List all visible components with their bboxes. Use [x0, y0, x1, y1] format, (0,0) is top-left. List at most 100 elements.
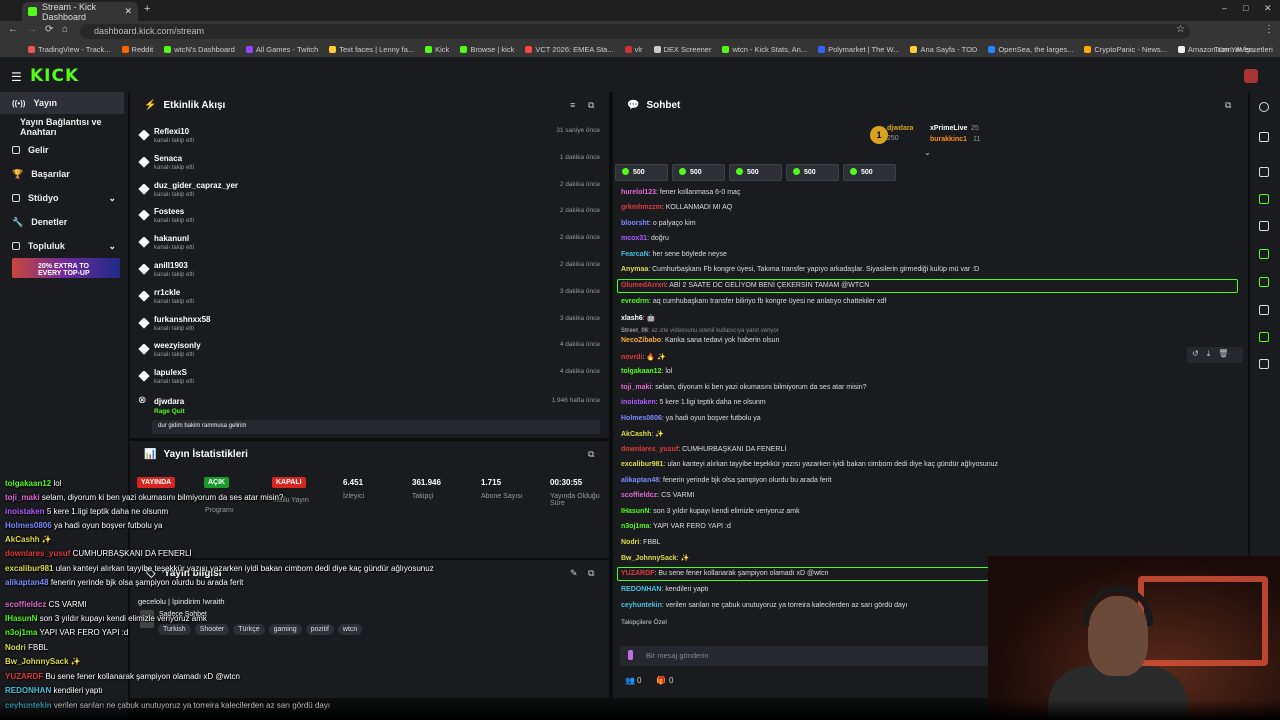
chat-message[interactable]: xlash6: 🤖 — [621, 314, 655, 322]
sidebar-item-yayin[interactable]: ((•)) Yayın — [0, 92, 124, 114]
bookmark-item[interactable]: wtcN's Dashboard — [164, 45, 235, 54]
chat-message[interactable]: scoffieldcz: CS VARMI — [621, 492, 694, 499]
chat-message[interactable]: alikaptan48: fenerin yerinde bjk olsa şa… — [621, 477, 832, 484]
gift-item[interactable]: 500 — [729, 164, 782, 181]
activity-row[interactable]: hakanunl kanalı takip etti 2 dakika önce — [138, 231, 600, 257]
edit-icon[interactable]: ✎ — [570, 568, 578, 579]
tag[interactable]: Türkçe — [233, 624, 265, 635]
forward-icon[interactable]: → — [27, 24, 37, 35]
activity-row[interactable]: Fostees kanalı takip etti 2 dakika önce — [138, 204, 600, 230]
activity-row[interactable]: Senaca kanalı takip etti 1 dakika önce — [138, 151, 600, 177]
popout-icon[interactable]: ⧉ — [588, 568, 594, 579]
sidebar-item-stream-key[interactable]: Yayın Bağlantısı ve Anahtarı — [0, 116, 124, 138]
sidebar-item-basarilar[interactable]: 🏆 Başarılar — [0, 163, 124, 185]
chat-message[interactable]: IHasunN: son 3 yıldır kupayı kendi elimi… — [621, 508, 800, 515]
tag[interactable]: wtcn — [337, 624, 363, 635]
chat-message[interactable]: Street_06: az izle videosunu istenil kul… — [621, 328, 779, 334]
all-bookmarks-link[interactable]: Tüm Yer İşaretleri — [1214, 45, 1273, 54]
popout-icon[interactable]: ⧉ — [1225, 100, 1231, 111]
tag[interactable]: pozitif — [305, 624, 334, 635]
off-badge[interactable]: KAPALI — [272, 477, 306, 488]
chat-message[interactable]: NecoZibabo: Kanka sana tedavi yok haberi… — [621, 337, 779, 344]
chat-message[interactable]: OlumedArrxn: ABİ 2 SAATE DC GELİYOM BENİ… — [621, 282, 869, 289]
bookmark-item[interactable]: Ana Sayfa - TOD — [910, 45, 977, 54]
chat-message[interactable]: evrodrm: aq cumhubaşkanı transfer biliri… — [621, 298, 886, 305]
activity-row[interactable]: Reflexi10 kanalı takip etti 31 saniye önce — [138, 124, 600, 150]
maximize-icon[interactable]: □ — [1243, 3, 1248, 13]
chat-message[interactable]: inoistaken: 5 kere 1.ligi teptik daha ne… — [621, 399, 766, 406]
promo-banner[interactable]: 20% EXTRA TO EVERY TOP-UP — [12, 258, 120, 278]
bookmark-item[interactable]: wtcn - Kick Stats, An... — [722, 45, 807, 54]
edit-icon[interactable] — [1259, 132, 1269, 142]
chat-message[interactable]: grkmhmzzm: KOLLANMADI MI AQ — [621, 204, 732, 211]
chat-message[interactable]: FearcaN: her sene böylede neyse — [621, 251, 727, 258]
popout-icon[interactable]: ⧉ — [588, 449, 594, 460]
chat-message[interactable]: bloorsht: o palyaço kim — [621, 220, 696, 227]
close-window-icon[interactable]: ✕ — [1264, 3, 1272, 14]
chat-message[interactable]: mcox31: doğru — [621, 235, 669, 242]
document-icon[interactable] — [1259, 221, 1269, 231]
gift-icon[interactable]: 🎁 — [656, 676, 666, 685]
bookmark-item[interactable]: DEX Screener — [653, 45, 711, 54]
url-input[interactable]: dashboard.kick.com/stream — [80, 24, 1190, 39]
tag[interactable]: Shooter — [194, 624, 230, 635]
activity-row[interactable]: lapulexS kanalı takip etti 4 dakika önce — [138, 365, 600, 391]
kick-logo[interactable]: KICK — [30, 66, 79, 86]
avatar[interactable] — [1244, 69, 1258, 83]
browser-menu-icon[interactable]: ⋮ — [1264, 24, 1274, 35]
bookmark-item[interactable]: OpenSea, the larges... — [988, 45, 1073, 54]
gift-item[interactable]: 500 — [672, 164, 725, 181]
chat-message[interactable]: Holmes0806: ya hadi oyun boşver futbolu … — [621, 415, 761, 422]
activity-row[interactable]: weezyisonly kanalı takip etti 4 dakika önc… — [138, 338, 600, 364]
tab-close-icon[interactable]: ✕ — [124, 6, 132, 17]
link-icon[interactable] — [1259, 277, 1269, 287]
wrench-icon[interactable] — [1259, 332, 1269, 342]
back-icon[interactable]: ← — [8, 24, 18, 35]
tag[interactable]: gaming — [268, 624, 302, 635]
chat-message[interactable]: n3oj1ma: YAPI VAR FERO YAPI :d — [621, 523, 731, 530]
sidebar-item-denetler[interactable]: 🔧 Denetler — [0, 211, 124, 233]
leader-name[interactable]: xPrimeLive — [930, 125, 967, 132]
message-actions[interactable]: ↺⤓🗑 — [1187, 347, 1243, 363]
chat-message[interactable]: AkCashh: ✨ — [621, 430, 664, 438]
activity-row[interactable]: anill1903 kanalı takip etti 2 dakika önce — [138, 258, 600, 284]
sidebar-item-gelir[interactable]: Gelir — [0, 139, 124, 161]
filter-icon[interactable]: ≡ — [570, 100, 575, 110]
chat-message[interactable]: novrdi: 🔥 ✨ — [621, 353, 666, 361]
bookmark-item[interactable]: Kick — [425, 45, 449, 54]
activity-row[interactable]: furkanshnxx58 kanalı takip etti 3 dakika ö… — [138, 312, 600, 338]
share-icon[interactable] — [1259, 359, 1269, 369]
bookmark-item[interactable]: VCT 2026: EMEA Sta... — [525, 45, 614, 54]
leader-name[interactable]: burakkinc1 — [930, 136, 967, 143]
bookmark-item[interactable]: CryptoPanic - News... — [1084, 45, 1167, 54]
bookmark-item[interactable]: Browse | kick — [460, 45, 514, 54]
lightning-icon[interactable] — [1259, 194, 1269, 204]
hamburger-menu-icon[interactable]: ☰ — [11, 70, 22, 84]
chat-message[interactable]: REDONHAN: kendileri yaptı — [621, 586, 709, 593]
gift-item[interactable]: 500 — [843, 164, 896, 181]
chat-message[interactable]: excalibur981: ulan kanteyi alırkan tayyi… — [621, 461, 998, 468]
chat-message[interactable]: ceyhuntekin: verilen sarıları ne çabuk u… — [621, 602, 907, 609]
bookmark-item[interactable]: vlr — [624, 45, 643, 54]
layers-icon[interactable] — [1259, 305, 1269, 315]
popout-icon[interactable]: ⧉ — [588, 100, 594, 111]
bookmark-item[interactable]: Text faces | Lenny fa... — [329, 45, 414, 54]
chat-message[interactable]: YUZARDF: Bu sene fener kollanarak şampiy… — [621, 570, 828, 577]
ban-row[interactable]: ⊗ djwdara Rage Quit 1.946 hafta önce — [138, 394, 600, 420]
bookmark-item[interactable]: TradingView - Track... — [28, 45, 111, 54]
chat-message[interactable]: Anymaa: Cumhurbaşkanı Fb kongre üyesi, T… — [621, 266, 979, 273]
bookmark-star-icon[interactable]: ☆ — [1176, 24, 1185, 35]
chat-message[interactable]: Nodri: FBBL — [621, 539, 661, 546]
camera-icon[interactable] — [1259, 167, 1269, 177]
browser-tab[interactable]: Stream - Kick Dashboard ✕ — [22, 2, 138, 22]
info-icon[interactable] — [1259, 102, 1269, 112]
bookmark-item[interactable]: Reddit — [121, 45, 153, 54]
reload-icon[interactable]: ⟳ — [45, 24, 53, 35]
leader-name[interactable]: djwdara — [887, 125, 913, 132]
gift-item[interactable]: 500 — [786, 164, 839, 181]
chat-message[interactable]: downlares_yusuf: CUMHURBAŞKANI DA FENERL… — [621, 446, 786, 453]
home-icon[interactable]: ⌂ — [62, 24, 68, 35]
sidebar-item-studyo[interactable]: Stüdyo ⌄ — [0, 187, 124, 209]
chat-message[interactable]: toji_maki: selam, diyorum ki ben yazi ok… — [621, 384, 867, 391]
chat-message-input[interactable]: Bir mesaj gönderin — [620, 646, 988, 666]
